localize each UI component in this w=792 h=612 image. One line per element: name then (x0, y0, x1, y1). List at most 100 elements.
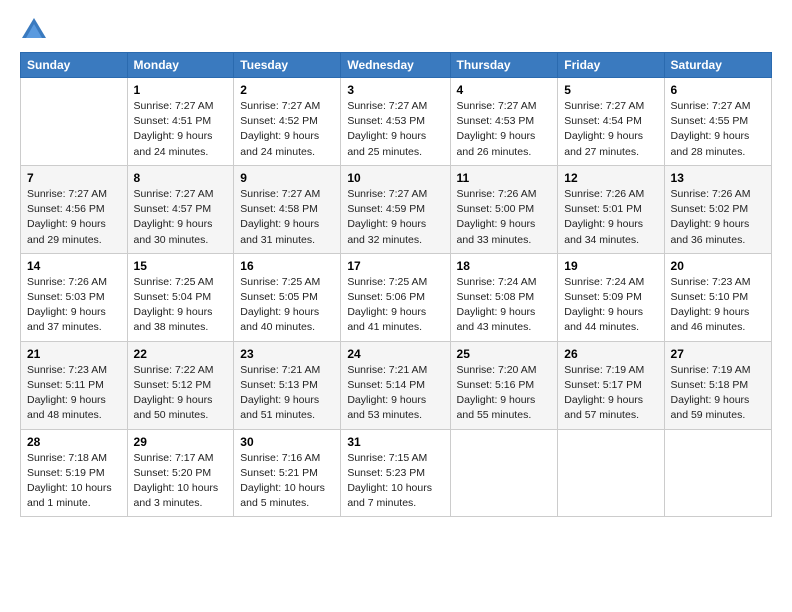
day-info: Sunrise: 7:18 AM Sunset: 5:19 PM Dayligh… (27, 451, 121, 512)
logo (20, 16, 52, 44)
calendar-cell: 8 Sunrise: 7:27 AM Sunset: 4:57 PM Daylig… (127, 165, 234, 253)
day-number: 27 (671, 347, 765, 361)
day-number: 17 (347, 259, 443, 273)
day-info: Sunrise: 7:24 AM Sunset: 5:09 PM Dayligh… (564, 275, 657, 336)
calendar-cell: 12Sunrise: 7:26 AM Sunset: 5:01 PM Dayli… (558, 165, 664, 253)
day-number: 7 (27, 171, 121, 185)
calendar-cell: 4 Sunrise: 7:27 AM Sunset: 4:53 PM Daylig… (450, 78, 558, 166)
day-info: Sunrise: 7:27 AM Sunset: 4:53 PM Dayligh… (347, 99, 443, 160)
col-header-monday: Monday (127, 53, 234, 78)
day-info: Sunrise: 7:24 AM Sunset: 5:08 PM Dayligh… (457, 275, 552, 336)
week-row-2: 14Sunrise: 7:26 AM Sunset: 5:03 PM Dayli… (21, 253, 772, 341)
day-number: 3 (347, 83, 443, 97)
calendar-cell: 15 Sunrise: 7:25 AM Sunset: 5:04 PM Dayli… (127, 253, 234, 341)
calendar-cell: 1 Sunrise: 7:27 AM Sunset: 4:51 PM Daylig… (127, 78, 234, 166)
day-number: 23 (240, 347, 334, 361)
day-number: 8 (134, 171, 228, 185)
day-number: 16 (240, 259, 334, 273)
day-number: 1 (134, 83, 228, 97)
day-info: Sunrise: 7:27 AM Sunset: 4:57 PM Dayligh… (134, 187, 228, 248)
day-info: Sunrise: 7:27 AM Sunset: 4:53 PM Dayligh… (457, 99, 552, 160)
calendar-cell: 27 Sunrise: 7:19 AM Sunset: 5:18 PM Dayli… (664, 341, 771, 429)
calendar-cell: 11 Sunrise: 7:26 AM Sunset: 5:00 PM Dayli… (450, 165, 558, 253)
day-number: 31 (347, 435, 443, 449)
calendar-cell: 6Sunrise: 7:27 AM Sunset: 4:55 PM Daylig… (664, 78, 771, 166)
day-info: Sunrise: 7:15 AM Sunset: 5:23 PM Dayligh… (347, 451, 443, 512)
calendar-cell (21, 78, 128, 166)
logo-icon (20, 16, 48, 44)
day-info: Sunrise: 7:27 AM Sunset: 4:52 PM Dayligh… (240, 99, 334, 160)
col-header-tuesday: Tuesday (234, 53, 341, 78)
day-info: Sunrise: 7:20 AM Sunset: 5:16 PM Dayligh… (457, 363, 552, 424)
col-header-saturday: Saturday (664, 53, 771, 78)
day-info: Sunrise: 7:21 AM Sunset: 5:14 PM Dayligh… (347, 363, 443, 424)
calendar-cell: 17 Sunrise: 7:25 AM Sunset: 5:06 PM Dayli… (341, 253, 450, 341)
day-number: 5 (564, 83, 657, 97)
day-number: 25 (457, 347, 552, 361)
calendar-cell (558, 429, 664, 517)
day-number: 22 (134, 347, 228, 361)
day-number: 20 (671, 259, 765, 273)
day-info: Sunrise: 7:23 AM Sunset: 5:10 PM Dayligh… (671, 275, 765, 336)
calendar-cell: 23 Sunrise: 7:21 AM Sunset: 5:13 PM Dayli… (234, 341, 341, 429)
calendar-cell: 20 Sunrise: 7:23 AM Sunset: 5:10 PM Dayli… (664, 253, 771, 341)
calendar-cell: 22 Sunrise: 7:22 AM Sunset: 5:12 PM Dayli… (127, 341, 234, 429)
calendar-cell: 25 Sunrise: 7:20 AM Sunset: 5:16 PM Dayli… (450, 341, 558, 429)
day-info: Sunrise: 7:26 AM Sunset: 5:00 PM Dayligh… (457, 187, 552, 248)
week-row-3: 21 Sunrise: 7:23 AM Sunset: 5:11 PM Dayli… (21, 341, 772, 429)
day-info: Sunrise: 7:26 AM Sunset: 5:02 PM Dayligh… (671, 187, 765, 248)
day-info: Sunrise: 7:26 AM Sunset: 5:03 PM Dayligh… (27, 275, 121, 336)
day-info: Sunrise: 7:27 AM Sunset: 4:59 PM Dayligh… (347, 187, 443, 248)
day-number: 13 (671, 171, 765, 185)
week-row-1: 7 Sunrise: 7:27 AM Sunset: 4:56 PM Daylig… (21, 165, 772, 253)
day-info: Sunrise: 7:25 AM Sunset: 5:06 PM Dayligh… (347, 275, 443, 336)
calendar-cell: 18 Sunrise: 7:24 AM Sunset: 5:08 PM Dayli… (450, 253, 558, 341)
day-info: Sunrise: 7:21 AM Sunset: 5:13 PM Dayligh… (240, 363, 334, 424)
day-info: Sunrise: 7:19 AM Sunset: 5:18 PM Dayligh… (671, 363, 765, 424)
week-row-4: 28 Sunrise: 7:18 AM Sunset: 5:19 PM Dayli… (21, 429, 772, 517)
week-row-0: 1 Sunrise: 7:27 AM Sunset: 4:51 PM Daylig… (21, 78, 772, 166)
day-info: Sunrise: 7:17 AM Sunset: 5:20 PM Dayligh… (134, 451, 228, 512)
col-header-thursday: Thursday (450, 53, 558, 78)
calendar-cell: 26Sunrise: 7:19 AM Sunset: 5:17 PM Dayli… (558, 341, 664, 429)
calendar-cell: 3 Sunrise: 7:27 AM Sunset: 4:53 PM Daylig… (341, 78, 450, 166)
calendar-cell: 28 Sunrise: 7:18 AM Sunset: 5:19 PM Dayli… (21, 429, 128, 517)
calendar-cell: 19 Sunrise: 7:24 AM Sunset: 5:09 PM Dayli… (558, 253, 664, 341)
day-info: Sunrise: 7:25 AM Sunset: 5:04 PM Dayligh… (134, 275, 228, 336)
day-info: Sunrise: 7:19 AM Sunset: 5:17 PM Dayligh… (564, 363, 657, 424)
day-number: 28 (27, 435, 121, 449)
day-info: Sunrise: 7:27 AM Sunset: 4:54 PM Dayligh… (564, 99, 657, 160)
day-number: 12 (564, 171, 657, 185)
day-info: Sunrise: 7:27 AM Sunset: 4:55 PM Dayligh… (671, 99, 765, 160)
calendar-cell: 13 Sunrise: 7:26 AM Sunset: 5:02 PM Dayli… (664, 165, 771, 253)
day-info: Sunrise: 7:16 AM Sunset: 5:21 PM Dayligh… (240, 451, 334, 512)
day-info: Sunrise: 7:27 AM Sunset: 4:51 PM Dayligh… (134, 99, 228, 160)
day-number: 4 (457, 83, 552, 97)
day-number: 2 (240, 83, 334, 97)
calendar-cell: 5 Sunrise: 7:27 AM Sunset: 4:54 PM Daylig… (558, 78, 664, 166)
calendar-cell: 31 Sunrise: 7:15 AM Sunset: 5:23 PM Dayli… (341, 429, 450, 517)
calendar-cell: 30 Sunrise: 7:16 AM Sunset: 5:21 PM Dayli… (234, 429, 341, 517)
day-number: 21 (27, 347, 121, 361)
calendar-cell: 24 Sunrise: 7:21 AM Sunset: 5:14 PM Dayli… (341, 341, 450, 429)
col-header-wednesday: Wednesday (341, 53, 450, 78)
day-number: 18 (457, 259, 552, 273)
day-number: 29 (134, 435, 228, 449)
calendar-cell: 9Sunrise: 7:27 AM Sunset: 4:58 PM Daylig… (234, 165, 341, 253)
day-number: 11 (457, 171, 552, 185)
day-number: 10 (347, 171, 443, 185)
day-number: 30 (240, 435, 334, 449)
day-info: Sunrise: 7:25 AM Sunset: 5:05 PM Dayligh… (240, 275, 334, 336)
calendar-table: SundayMondayTuesdayWednesdayThursdayFrid… (20, 52, 772, 517)
day-number: 24 (347, 347, 443, 361)
day-number: 19 (564, 259, 657, 273)
day-info: Sunrise: 7:22 AM Sunset: 5:12 PM Dayligh… (134, 363, 228, 424)
day-info: Sunrise: 7:27 AM Sunset: 4:56 PM Dayligh… (27, 187, 121, 248)
calendar-cell: 21 Sunrise: 7:23 AM Sunset: 5:11 PM Dayli… (21, 341, 128, 429)
calendar-cell (664, 429, 771, 517)
day-info: Sunrise: 7:23 AM Sunset: 5:11 PM Dayligh… (27, 363, 121, 424)
day-number: 15 (134, 259, 228, 273)
calendar-cell: 7 Sunrise: 7:27 AM Sunset: 4:56 PM Daylig… (21, 165, 128, 253)
col-header-sunday: Sunday (21, 53, 128, 78)
calendar-cell (450, 429, 558, 517)
